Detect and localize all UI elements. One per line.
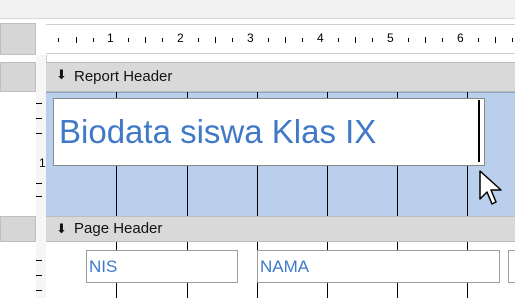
ruler-tick: [302, 38, 303, 42]
report-title-textbox[interactable]: Biodata siswa Klas IX: [53, 98, 485, 166]
mouse-pointer-icon: [479, 170, 502, 205]
ruler-tick: [215, 37, 216, 43]
ruler-tick: [478, 38, 479, 42]
ruler-number: 3: [247, 31, 254, 45]
ruler-number: 1: [39, 156, 46, 170]
partial-label-control[interactable]: [508, 250, 515, 283]
section-collapse-icon[interactable]: ⬇: [56, 67, 67, 83]
ruler-tick: [36, 196, 42, 197]
ruler-tick: [145, 37, 146, 43]
page-header-grid[interactable]: NIS NAMA: [46, 242, 515, 298]
field-label-nama: NAMA: [260, 257, 310, 276]
section-label: Report Header: [74, 68, 173, 85]
report-title-text: Biodata siswa Klas IX: [59, 113, 377, 150]
report-header-bar[interactable]: ⬇ Report Header: [46, 62, 515, 92]
ruler-tick: [495, 37, 496, 43]
ruler-tick: [355, 37, 356, 43]
ruler-tick: [232, 38, 233, 42]
text-insertion-cursor: [478, 100, 480, 162]
nama-label-control[interactable]: NAMA: [257, 250, 500, 283]
ruler-tick: [408, 38, 409, 42]
ruler-tick: [36, 260, 42, 261]
ruler-tick: [198, 38, 199, 42]
ruler-tick: [76, 37, 77, 43]
report-header-body-margin: [0, 92, 36, 216]
ruler-number: 6: [457, 31, 464, 45]
report-header-selector[interactable]: [0, 62, 36, 92]
field-label-nis: NIS: [89, 257, 118, 276]
horizontal-ruler: 1 2 3 4 5 6: [46, 24, 515, 54]
ruler-tick: [36, 133, 42, 134]
ruler-tick: [512, 38, 513, 42]
page-header-selector[interactable]: [0, 216, 36, 242]
toolbar-strip: [0, 0, 515, 19]
ruler-tick: [162, 38, 163, 42]
ruler-tick: [36, 290, 42, 291]
ruler-number: 2: [177, 31, 184, 45]
ruler-tick: [285, 37, 286, 43]
ruler-corner-selector[interactable]: [0, 23, 36, 55]
ruler-number: 5: [387, 31, 394, 45]
ruler-tick: [36, 183, 42, 184]
ruler-tick: [36, 103, 42, 104]
ruler-tick: [338, 38, 339, 42]
ruler-tick: [128, 38, 129, 42]
ruler-tick: [36, 118, 42, 119]
ruler-tick: [36, 275, 42, 276]
section-collapse-icon[interactable]: ⬇: [56, 221, 67, 237]
ruler-tick: [442, 38, 443, 42]
ruler-tick: [93, 38, 94, 42]
page-header-bar[interactable]: ⬇ Page Header: [46, 216, 515, 242]
ruler-tick: [425, 37, 426, 43]
nis-label-control[interactable]: NIS: [86, 250, 238, 283]
ruler-number: 1: [107, 31, 114, 45]
ruler-tick: [58, 38, 59, 42]
ruler-tick: [268, 38, 269, 42]
ruler-number: 4: [317, 31, 324, 45]
section-label: Page Header: [74, 220, 163, 237]
ruler-tick: [372, 38, 373, 42]
